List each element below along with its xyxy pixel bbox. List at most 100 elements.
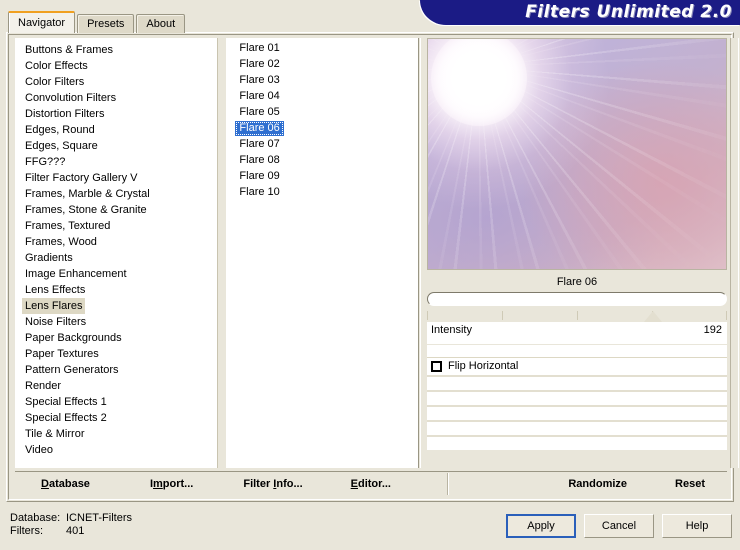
category-list-item[interactable]: Frames, Marble & Crystal xyxy=(22,186,217,202)
category-list-item[interactable]: FFG??? xyxy=(22,154,217,170)
menu-filter-info-prefix: Filter xyxy=(243,477,274,490)
menu-import[interactable]: Import... xyxy=(146,476,197,492)
category-list-item[interactable]: Render xyxy=(22,378,217,394)
menu-database-suffix: atabase xyxy=(48,477,90,490)
action-menu-bar: Database Import... Filter Info... Editor… xyxy=(15,471,727,495)
flip-horizontal-label: Flip Horizontal xyxy=(448,360,519,372)
lens-flare-sun-icon xyxy=(430,39,527,127)
app-title-text: Filters Unlimited 2.0 xyxy=(525,2,732,22)
tab-navigator-label: Navigator xyxy=(18,17,66,29)
control-row-empty xyxy=(427,405,727,420)
help-button[interactable]: Help xyxy=(662,514,732,538)
category-item-label: Edges, Square xyxy=(25,140,98,152)
category-list-item[interactable]: Lens Effects xyxy=(22,282,217,298)
category-list-item[interactable]: Buttons & Frames xyxy=(22,42,217,58)
category-item-label: Paper Backgrounds xyxy=(25,332,122,344)
tab-about[interactable]: About xyxy=(136,14,186,33)
category-item-label: Edges, Round xyxy=(25,124,95,136)
menu-randomize[interactable]: Randomize xyxy=(564,476,631,492)
category-item-label: Frames, Stone & Granite xyxy=(25,204,147,216)
category-item-label: Lens Flares xyxy=(22,298,86,314)
preset-list-item[interactable]: Flare 04 xyxy=(235,89,418,105)
category-item-label: Color Effects xyxy=(25,60,88,72)
category-item-label: Pattern Generators xyxy=(25,364,119,376)
category-list-item[interactable]: Noise Filters xyxy=(22,314,217,330)
menu-filter-info-suffix: nfo... xyxy=(276,477,303,490)
preset-list-item[interactable]: Flare 08 xyxy=(235,153,418,169)
tab-presets[interactable]: Presets xyxy=(77,14,135,33)
slider-tick xyxy=(427,311,428,320)
status-filters-row: Filters: 401 xyxy=(10,525,132,538)
intensity-slider-track[interactable] xyxy=(427,311,727,322)
category-list-item[interactable]: Frames, Wood xyxy=(22,234,217,250)
menu-reset[interactable]: Reset xyxy=(671,476,709,492)
category-list-item[interactable]: Filter Factory Gallery V xyxy=(22,170,217,186)
cancel-button[interactable]: Cancel xyxy=(584,514,654,538)
control-row-empty xyxy=(427,375,727,390)
preset-item-label: Flare 08 xyxy=(239,154,280,166)
preset-list-scrollbar[interactable] xyxy=(418,38,421,468)
category-item-label: Frames, Wood xyxy=(25,236,97,248)
intensity-slider[interactable]: Intensity 192 xyxy=(427,311,727,344)
category-list-item[interactable]: Gradients xyxy=(22,250,217,266)
flip-horizontal-checkbox[interactable] xyxy=(431,361,442,372)
category-list-item[interactable]: Paper Backgrounds xyxy=(22,330,217,346)
preset-list[interactable]: Flare 01 Flare 02 Flare 03 Flare 04 Flare 05… xyxy=(227,38,418,468)
preset-list-item[interactable]: Flare 10 xyxy=(235,185,418,201)
preview-pane[interactable] xyxy=(427,38,727,270)
slider-tick xyxy=(726,311,727,320)
preset-item-label: Flare 01 xyxy=(239,42,280,54)
category-list-item[interactable]: Paper Textures xyxy=(22,346,217,362)
category-list-item[interactable]: Tile & Mirror xyxy=(22,426,217,442)
preset-list-item[interactable]: Flare 02 xyxy=(235,57,418,73)
category-item-label: Video xyxy=(25,444,53,456)
tab-navigator[interactable]: Navigator xyxy=(8,11,76,33)
category-list-item[interactable]: Color Effects xyxy=(22,58,217,74)
category-list-item[interactable]: Video xyxy=(22,442,217,458)
lens-flare-rays xyxy=(428,39,726,269)
menu-editor-accel: E xyxy=(350,477,358,490)
menu-database-accel: D xyxy=(41,477,49,490)
category-item-label: Color Filters xyxy=(25,76,85,88)
preset-item-label: Flare 02 xyxy=(239,58,280,70)
category-item-label: Image Enhancement xyxy=(25,268,127,280)
category-list-item[interactable]: Convolution Filters xyxy=(22,90,217,106)
preset-list-item[interactable]: Flare 09 xyxy=(235,169,418,185)
menu-editor-suffix: ditor... xyxy=(357,477,391,490)
apply-button[interactable]: Apply xyxy=(506,514,576,538)
tab-about-label: About xyxy=(146,18,176,30)
category-item-label: Noise Filters xyxy=(25,316,87,328)
menu-filter-info[interactable]: Filter Info... xyxy=(239,476,306,492)
category-list-item[interactable]: Color Filters xyxy=(22,74,217,90)
menu-editor[interactable]: Editor... xyxy=(347,476,395,492)
preset-item-label: Flare 09 xyxy=(239,170,280,182)
filter-name-field[interactable] xyxy=(427,292,727,306)
menu-database[interactable]: Database xyxy=(37,476,94,492)
preset-list-item[interactable]: Flare 06 xyxy=(235,121,418,137)
preset-list-item[interactable]: Flare 01 xyxy=(235,41,418,57)
category-list-item[interactable]: Pattern Generators xyxy=(22,362,217,378)
category-list-item[interactable]: Lens Flares xyxy=(22,298,217,314)
status-filters-value: 401 xyxy=(66,525,85,537)
category-list-item[interactable]: Special Effects 1 xyxy=(22,394,217,410)
category-list[interactable]: Buttons & Frames Color Effects Color Filte… xyxy=(15,38,218,468)
intensity-slider-thumb[interactable] xyxy=(643,311,662,322)
status-database-key: Database: xyxy=(10,512,61,524)
preset-item-label: Flare 06 xyxy=(235,121,284,136)
flip-horizontal-row[interactable]: Flip Horizontal xyxy=(427,357,727,375)
preset-list-item[interactable]: Flare 05 xyxy=(235,105,418,121)
category-list-item[interactable]: Frames, Stone & Granite xyxy=(22,202,217,218)
category-list-item[interactable]: Distortion Filters xyxy=(22,106,217,122)
preset-list-item[interactable]: Flare 07 xyxy=(235,137,418,153)
preview-image xyxy=(428,39,726,269)
controls-scrollbar[interactable] xyxy=(730,38,739,468)
category-list-scrollbar[interactable] xyxy=(217,38,228,468)
category-list-item[interactable]: Special Effects 2 xyxy=(22,410,217,426)
slider-tick xyxy=(577,311,578,320)
category-list-item[interactable]: Frames, Textured xyxy=(22,218,217,234)
preset-list-item[interactable]: Flare 03 xyxy=(235,73,418,89)
category-list-item[interactable]: Edges, Round xyxy=(22,122,217,138)
category-list-item[interactable]: Edges, Square xyxy=(22,138,217,154)
menu-divider xyxy=(446,472,449,495)
category-list-item[interactable]: Image Enhancement xyxy=(22,266,217,282)
